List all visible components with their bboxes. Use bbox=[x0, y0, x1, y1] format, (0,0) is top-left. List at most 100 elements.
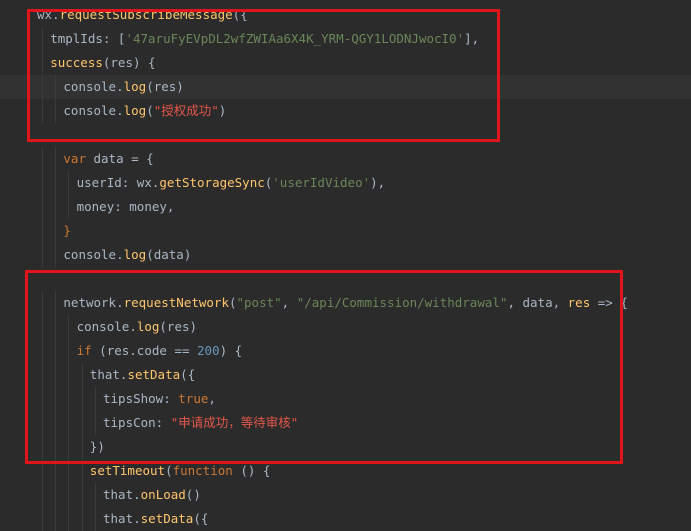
indent-guide bbox=[55, 195, 57, 219]
indent-guide bbox=[55, 363, 57, 387]
indent-guide bbox=[81, 435, 83, 459]
code-line[interactable]: tipsShow: true, bbox=[0, 387, 691, 411]
code-token: console. bbox=[63, 103, 124, 118]
code-token: success bbox=[50, 55, 103, 70]
indent-guide bbox=[42, 363, 43, 387]
code-token: "post" bbox=[236, 295, 282, 310]
code-text: money: money, bbox=[77, 195, 175, 219]
code-line[interactable]: if (res.code == 200) { bbox=[0, 339, 691, 363]
indent-guide bbox=[68, 171, 70, 195]
indent-guide bbox=[55, 171, 57, 195]
indent-guide bbox=[42, 27, 43, 51]
code-line[interactable]: that.setData({ bbox=[0, 507, 691, 531]
code-token: (res) bbox=[159, 319, 198, 334]
indent-guide bbox=[55, 99, 57, 123]
code-line[interactable]: console.log(res) bbox=[0, 315, 691, 339]
code-line[interactable]: money: money, bbox=[0, 195, 691, 219]
code-line[interactable]: wx.requestSubscribeMessage({ bbox=[0, 3, 691, 27]
code-line[interactable]: console.log(res) bbox=[0, 75, 691, 99]
code-token: function bbox=[172, 463, 241, 478]
code-line[interactable]: console.log("授权成功") bbox=[0, 99, 691, 123]
code-token: ({ bbox=[180, 367, 196, 382]
indent-guide bbox=[42, 315, 43, 339]
indent-guide bbox=[42, 51, 43, 75]
indent-guide bbox=[68, 507, 70, 531]
indent-guide bbox=[81, 459, 83, 483]
code-line[interactable]: setTimeout(function () { bbox=[0, 459, 691, 483]
code-text: tipsCon: "申请成功，等待审核" bbox=[103, 411, 298, 435]
code-token: (res) bbox=[146, 79, 184, 94]
code-line[interactable]: that.onLoad() bbox=[0, 483, 691, 507]
code-token: "/api/Commission/withdrawal" bbox=[296, 295, 508, 310]
code-text: console.log(res) bbox=[77, 315, 197, 339]
code-token: 200 bbox=[197, 343, 220, 358]
indent-guide bbox=[68, 195, 70, 219]
indent-guide bbox=[68, 363, 70, 387]
code-token: onLoad bbox=[140, 487, 186, 502]
code-token: that. bbox=[89, 367, 128, 382]
code-line[interactable]: } bbox=[0, 219, 691, 243]
indent-guide bbox=[55, 147, 57, 171]
code-token: ({ bbox=[193, 511, 209, 526]
code-token: '47aruFyEVpDL2wfZWIAa6X4K_YRM-QGY1LODNJw… bbox=[125, 31, 465, 46]
code-token: () { bbox=[240, 463, 271, 478]
code-token: network. bbox=[63, 295, 124, 310]
code-token: userId: wx. bbox=[76, 175, 160, 190]
code-token: ( bbox=[165, 463, 173, 478]
indent-guide bbox=[68, 483, 70, 507]
code-text: var data = { bbox=[63, 147, 153, 171]
code-token: tipsCon: bbox=[103, 415, 171, 430]
code-token: var bbox=[63, 151, 94, 166]
indent-guide bbox=[81, 483, 83, 507]
indent-guide bbox=[55, 291, 57, 315]
code-token: , bbox=[208, 391, 216, 406]
code-text: userId: wx.getStorageSync('userIdVideo')… bbox=[77, 171, 386, 195]
code-line[interactable]: userId: wx.getStorageSync('userIdVideo')… bbox=[0, 171, 691, 195]
code-line[interactable]: console.log(data) bbox=[0, 243, 691, 267]
code-line[interactable]: success(res) { bbox=[0, 51, 691, 75]
code-token: log bbox=[123, 103, 147, 118]
code-token: log bbox=[123, 79, 147, 94]
code-line[interactable] bbox=[0, 123, 691, 147]
indent-guide bbox=[55, 315, 57, 339]
code-token: requestNetwork bbox=[123, 295, 229, 310]
code-token: ) bbox=[218, 103, 227, 118]
code-token: that. bbox=[103, 487, 141, 502]
indent-guide bbox=[55, 339, 57, 363]
indent-guide bbox=[42, 75, 43, 99]
code-token: ) { bbox=[219, 343, 243, 358]
indent-guide bbox=[55, 387, 57, 411]
code-token: setData bbox=[127, 367, 181, 382]
code-token: res bbox=[567, 295, 591, 310]
code-token: requestSubscribeMessage bbox=[59, 7, 233, 22]
code-editor[interactable]: wx.requestSubscribeMessage({tmplIds: ['4… bbox=[0, 0, 691, 531]
indent-guide bbox=[55, 459, 57, 483]
code-token: console. bbox=[76, 319, 137, 334]
indent-guide bbox=[42, 411, 43, 435]
code-text: setTimeout(function () { bbox=[90, 459, 271, 483]
code-token: }) bbox=[89, 439, 105, 454]
indent-guide bbox=[55, 507, 57, 531]
code-text: if (res.code == 200) { bbox=[77, 339, 243, 363]
code-text: } bbox=[63, 219, 71, 243]
code-token: true bbox=[178, 391, 209, 406]
indent-guide bbox=[42, 243, 43, 267]
indent-guide bbox=[55, 411, 57, 435]
code-token: ({ bbox=[232, 7, 248, 22]
code-text: that.setData({ bbox=[103, 507, 208, 531]
code-token: (res) { bbox=[102, 55, 156, 70]
code-token: ( bbox=[228, 295, 237, 310]
code-line[interactable]: var data = { bbox=[0, 147, 691, 171]
code-line[interactable]: tipsCon: "申请成功，等待审核" bbox=[0, 411, 691, 435]
code-text: console.log(res) bbox=[63, 75, 183, 99]
code-line[interactable]: network.requestNetwork("post", "/api/Com… bbox=[0, 291, 691, 315]
code-line[interactable]: }) bbox=[0, 435, 691, 459]
indent-guide bbox=[42, 147, 43, 171]
code-token: => { bbox=[590, 295, 628, 310]
code-line[interactable]: tmplIds: ['47aruFyEVpDL2wfZWIAa6X4K_YRM-… bbox=[0, 27, 691, 51]
indent-guide bbox=[42, 459, 43, 483]
code-line[interactable]: that.setData({ bbox=[0, 363, 691, 387]
code-line[interactable] bbox=[0, 267, 691, 291]
indent-guide bbox=[55, 243, 57, 267]
code-token: setData bbox=[140, 511, 194, 526]
